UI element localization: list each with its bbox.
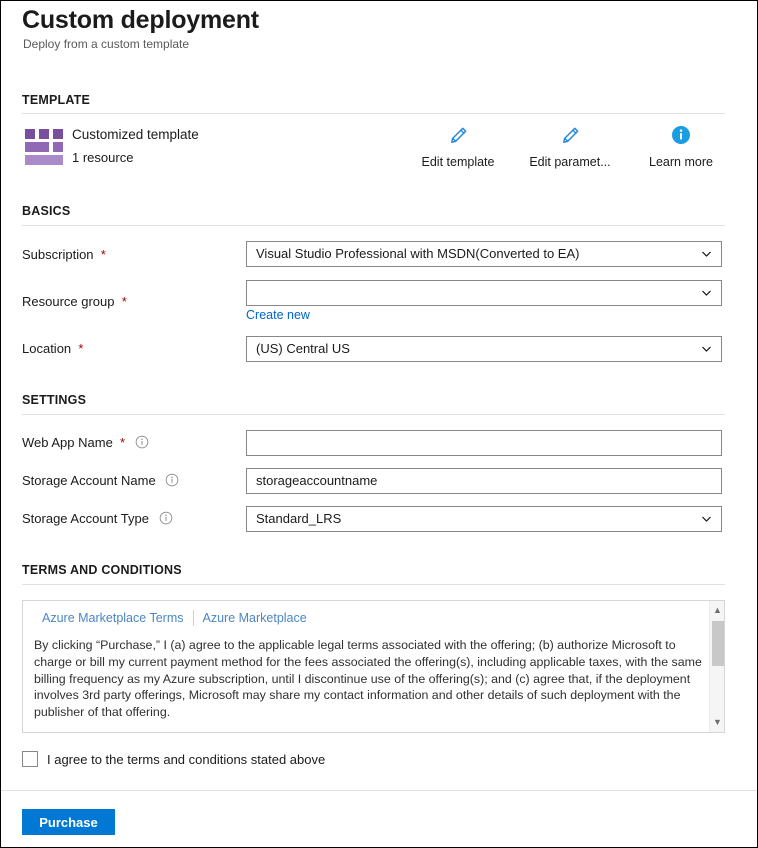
template-resource-count: 1 resource [72, 150, 134, 165]
template-name: Customized template [72, 127, 199, 142]
agree-terms-checkbox[interactable] [22, 751, 38, 767]
info-outline-icon[interactable] [165, 473, 179, 490]
required-asterisk: * [118, 294, 127, 309]
section-divider-template [22, 113, 725, 114]
section-divider-settings [22, 414, 725, 415]
info-outline-icon[interactable] [135, 435, 149, 452]
create-new-resource-group-link[interactable]: Create new [246, 308, 310, 322]
section-divider-basics [22, 225, 725, 226]
purchase-button[interactable]: Purchase [22, 809, 115, 835]
terms-tab-strip: Azure Marketplace Terms Azure Marketplac… [23, 601, 316, 634]
template-grid-icon [25, 129, 63, 165]
scroll-down-arrow-icon[interactable]: ▼ [710, 715, 724, 730]
terms-scrollbar[interactable]: ▲ ▼ [709, 601, 724, 732]
custom-deployment-blade: Custom deployment Deploy from a custom t… [0, 0, 758, 848]
agree-terms-row[interactable]: I agree to the terms and conditions stat… [22, 751, 325, 767]
terms-text: By clicking “Purchase,” I (a) agree to t… [34, 638, 702, 720]
edit-parameters-command[interactable]: Edit paramet... [528, 125, 612, 169]
location-label: Location * [22, 341, 84, 356]
storage-account-name-input[interactable]: storageaccountname [246, 468, 722, 494]
section-heading-settings: SETTINGS [22, 393, 87, 407]
learn-more-label: Learn more [649, 155, 713, 169]
subscription-dropdown[interactable]: Visual Studio Professional with MSDN(Con… [246, 241, 722, 267]
page-subtitle: Deploy from a custom template [23, 37, 190, 51]
agree-terms-label: I agree to the terms and conditions stat… [47, 751, 326, 767]
storage-account-type-dropdown[interactable]: Standard_LRS [246, 506, 722, 532]
chevron-down-icon [702, 290, 711, 296]
learn-more-command[interactable]: Learn more [639, 125, 723, 169]
chevron-down-icon [702, 251, 711, 257]
required-asterisk: * [116, 435, 126, 450]
resource-group-dropdown[interactable] [246, 280, 722, 306]
page-title: Custom deployment [22, 6, 259, 34]
edit-template-command[interactable]: Edit template [416, 125, 500, 169]
chevron-down-icon [702, 346, 711, 352]
web-app-name-input[interactable] [246, 430, 722, 456]
required-asterisk: * [97, 247, 106, 262]
required-asterisk: * [74, 341, 84, 356]
storage-account-type-label: Storage Account Type [22, 511, 173, 528]
footer-divider [1, 790, 757, 791]
info-outline-icon[interactable] [159, 511, 173, 528]
subscription-label: Subscription * [22, 247, 106, 262]
storage-account-name-label: Storage Account Name [22, 473, 179, 490]
chevron-down-icon [702, 516, 711, 522]
tab-azure-marketplace-terms[interactable]: Azure Marketplace Terms [33, 611, 193, 625]
edit-parameters-label: Edit paramet... [529, 155, 611, 169]
resource-group-label: Resource group * [22, 294, 127, 309]
section-heading-basics: BASICS [22, 204, 71, 218]
pencil-icon [528, 125, 612, 151]
tab-azure-marketplace[interactable]: Azure Marketplace [194, 611, 316, 625]
terms-panel: Azure Marketplace Terms Azure Marketplac… [22, 600, 725, 733]
scrollbar-thumb[interactable] [712, 621, 724, 666]
edit-template-label: Edit template [421, 155, 495, 169]
section-divider-terms [22, 584, 725, 585]
section-heading-template: TEMPLATE [22, 93, 91, 107]
section-heading-terms: TERMS AND CONDITIONS [22, 563, 182, 577]
info-filled-icon [639, 125, 723, 151]
location-dropdown[interactable]: (US) Central US [246, 336, 722, 362]
web-app-name-label: Web App Name * [22, 435, 149, 452]
pencil-icon [416, 125, 500, 151]
scroll-up-arrow-icon[interactable]: ▲ [710, 603, 724, 618]
